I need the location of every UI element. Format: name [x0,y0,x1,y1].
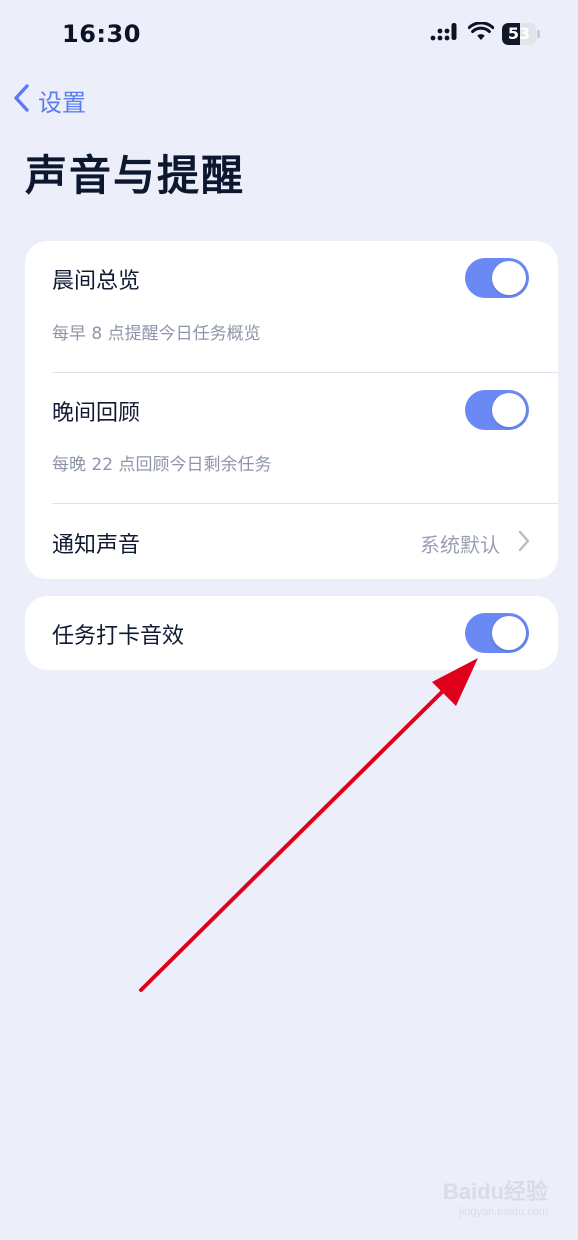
watermark-logo: Baidu经验 [442,1179,548,1204]
notification-sound-value: 系统默认 [420,533,500,557]
evening-review-label: 晚间回顾 [52,401,141,426]
chevron-right-icon [518,530,530,556]
task-checkin-sound-toggle[interactable] [465,613,529,653]
wifi-icon [467,21,495,46]
toggle-knob [492,393,526,427]
status-bar: 16:30 53 [0,0,578,72]
evening-review-description: 每晚 22 点回顾今日剩余任务 [52,455,272,475]
task-checkin-sound-label: 任务打卡音效 [52,624,185,649]
settings-group-reminders: 晨间总览 每早 8 点提醒今日任务概览 晚间回顾 每晚 22 点回顾今日剩余任务… [25,241,558,579]
chevron-left-icon [12,83,32,117]
battery-icon: 53 [502,23,542,45]
status-icons: 53 [430,21,542,46]
evening-review-toggle[interactable] [465,390,529,430]
settings-row-notification-sound[interactable]: 通知声音 系统默认 [25,504,558,579]
back-button[interactable]: 设置 [12,82,86,118]
toggle-knob [492,261,526,295]
watermark: Baidu经验 jingyan.baidu.com [443,1174,548,1218]
battery-level: 53 [507,24,531,43]
notification-sound-label: 通知声音 [52,533,141,558]
status-time: 16:30 [62,20,141,48]
morning-summary-toggle[interactable] [465,258,529,298]
settings-row-task-checkin-sound: 任务打卡音效 [25,596,558,670]
toggle-knob [492,616,526,650]
page-title: 声音与提醒 [25,151,246,200]
back-button-label: 设置 [38,88,86,117]
settings-group-sound-effects: 任务打卡音效 [25,596,558,670]
annotation-arrow-shaft [139,686,448,992]
cellular-signal-icon [430,22,460,46]
morning-summary-description: 每早 8 点提醒今日任务概览 [52,324,261,344]
watermark-url: jingyan.baidu.com [459,1206,548,1218]
morning-summary-label: 晨间总览 [52,269,141,294]
settings-row-morning-summary: 晨间总览 每早 8 点提醒今日任务概览 [25,241,558,373]
settings-row-evening-review: 晚间回顾 每晚 22 点回顾今日剩余任务 [25,372,558,504]
